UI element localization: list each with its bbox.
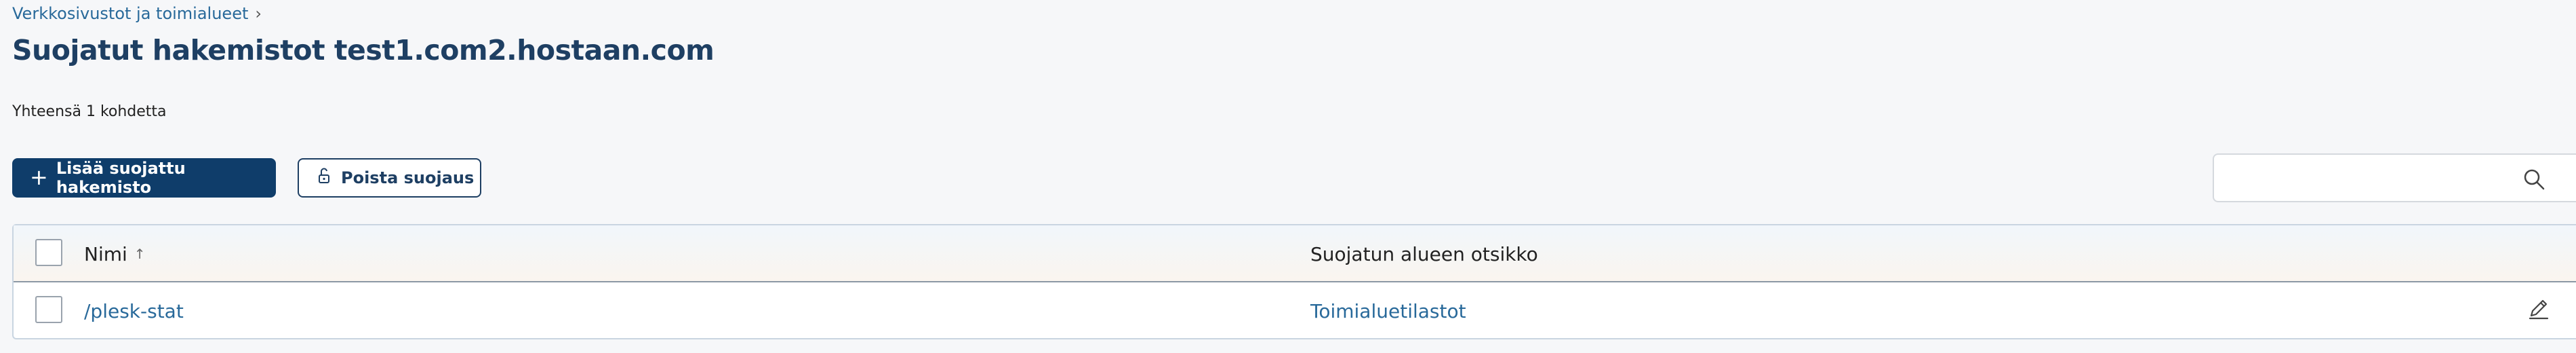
column-header-title: Suojatun alueen otsikko — [1310, 225, 1538, 282]
remove-protection-button[interactable]: Poista suojaus — [298, 158, 481, 198]
breadcrumb: Verkkosivustot ja toimialueet › — [12, 4, 262, 23]
search-input[interactable] — [2213, 153, 2576, 202]
edit-pencil-icon[interactable] — [2527, 297, 2551, 324]
table-row: /plesk-stat Toimialuetilastot — [14, 282, 2576, 339]
add-button-label: Lisää suojattu hakemisto — [56, 159, 186, 197]
row-name-cell: /plesk-stat — [84, 282, 184, 339]
plus-icon: + — [30, 164, 48, 190]
column-header-name-label: Nimi — [84, 242, 127, 265]
unlock-icon — [318, 168, 333, 188]
table-header: Nimi ↑ Suojatun alueen otsikko — [14, 225, 2576, 282]
select-all-checkbox[interactable] — [35, 239, 62, 266]
protected-directories-table: Nimi ↑ Suojatun alueen otsikko /plesk-st… — [12, 224, 2576, 339]
remove-button-label: Poista suojaus — [341, 168, 475, 187]
row-title-cell: Toimialuetilastot — [1310, 282, 1466, 339]
chevron-right-icon: › — [255, 4, 262, 23]
row-checkbox[interactable] — [35, 296, 62, 323]
directory-link[interactable]: /plesk-stat — [84, 300, 184, 322]
column-header-title-label: Suojatun alueen otsikko — [1310, 242, 1538, 265]
column-header-name[interactable]: Nimi ↑ — [84, 225, 146, 282]
page-title: Suojatut hakemistot test1.com2.hostaan.c… — [12, 34, 715, 67]
area-title-link[interactable]: Toimialuetilastot — [1310, 300, 1466, 322]
sort-ascending-icon: ↑ — [134, 246, 146, 262]
add-protected-directory-button[interactable]: + Lisää suojattu hakemisto — [12, 158, 276, 198]
breadcrumb-link-websites[interactable]: Verkkosivustot ja toimialueet — [12, 4, 248, 23]
page: Verkkosivustot ja toimialueet › Suojatut… — [0, 0, 2576, 353]
total-count: Yhteensä 1 kohdetta — [12, 103, 167, 120]
search-icon[interactable] — [2522, 167, 2546, 194]
